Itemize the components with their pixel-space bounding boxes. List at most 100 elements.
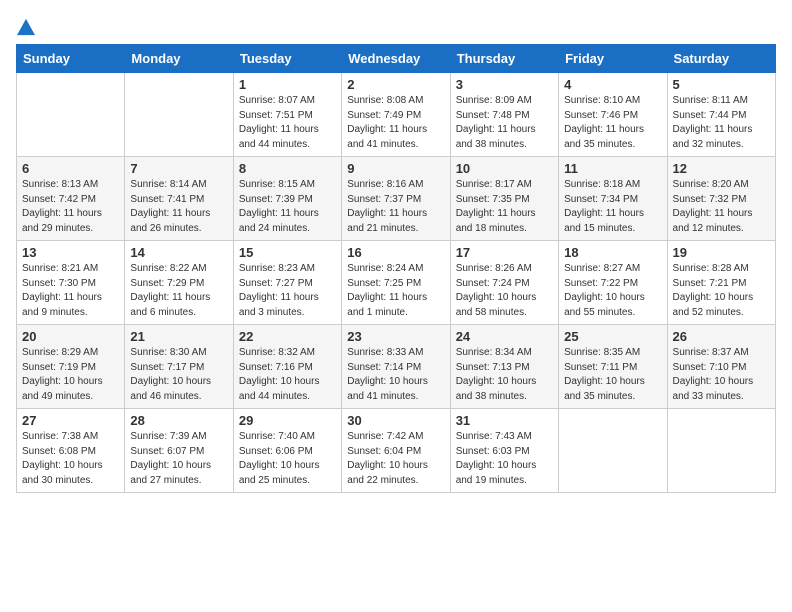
calendar-cell: 12 Sunrise: 8:20 AM Sunset: 7:32 PM Dayli… bbox=[667, 157, 775, 241]
calendar-cell: 22 Sunrise: 8:32 AM Sunset: 7:16 PM Dayli… bbox=[233, 325, 341, 409]
day-header-monday: Monday bbox=[125, 45, 233, 73]
day-number: 1 bbox=[239, 77, 336, 92]
calendar-cell: 3 Sunrise: 8:09 AM Sunset: 7:48 PM Daylig… bbox=[450, 73, 558, 157]
calendar-week-4: 20 Sunrise: 8:29 AM Sunset: 7:19 PM Dayli… bbox=[17, 325, 776, 409]
calendar-cell: 6 Sunrise: 8:13 AM Sunset: 7:42 PM Daylig… bbox=[17, 157, 125, 241]
day-info: Sunrise: 8:10 AM Sunset: 7:46 PM Dayligh… bbox=[564, 94, 661, 152]
day-number: 9 bbox=[347, 161, 444, 176]
day-number: 21 bbox=[130, 329, 227, 344]
calendar-table: SundayMondayTuesdayWednesdayThursdayFrid… bbox=[16, 44, 776, 493]
day-number: 29 bbox=[239, 413, 336, 428]
day-number: 13 bbox=[22, 245, 119, 260]
day-number: 5 bbox=[673, 77, 770, 92]
calendar-cell: 20 Sunrise: 8:29 AM Sunset: 7:19 PM Dayli… bbox=[17, 325, 125, 409]
day-number: 22 bbox=[239, 329, 336, 344]
day-info: Sunrise: 8:29 AM Sunset: 7:19 PM Dayligh… bbox=[22, 346, 119, 404]
day-info: Sunrise: 7:38 AM Sunset: 6:08 PM Dayligh… bbox=[22, 430, 119, 488]
day-header-saturday: Saturday bbox=[667, 45, 775, 73]
day-header-tuesday: Tuesday bbox=[233, 45, 341, 73]
header bbox=[16, 16, 776, 36]
day-number: 20 bbox=[22, 329, 119, 344]
day-number: 15 bbox=[239, 245, 336, 260]
day-info: Sunrise: 8:24 AM Sunset: 7:25 PM Dayligh… bbox=[347, 262, 444, 320]
calendar-cell: 13 Sunrise: 8:21 AM Sunset: 7:30 PM Dayli… bbox=[17, 241, 125, 325]
day-header-thursday: Thursday bbox=[450, 45, 558, 73]
day-number: 17 bbox=[456, 245, 553, 260]
calendar-cell: 19Sunrise: 8:28 AM Sunset: 7:21 PM Dayli… bbox=[667, 241, 775, 325]
calendar-cell: 2Sunrise: 8:08 AM Sunset: 7:49 PM Daylig… bbox=[342, 73, 450, 157]
day-info: Sunrise: 8:35 AM Sunset: 7:11 PM Dayligh… bbox=[564, 346, 661, 404]
day-number: 19 bbox=[673, 245, 770, 260]
day-number: 31 bbox=[456, 413, 553, 428]
calendar-cell: 21 Sunrise: 8:30 AM Sunset: 7:17 PM Dayli… bbox=[125, 325, 233, 409]
calendar-week-3: 13 Sunrise: 8:21 AM Sunset: 7:30 PM Dayli… bbox=[17, 241, 776, 325]
day-number: 12 bbox=[673, 161, 770, 176]
calendar-cell: 28Sunrise: 7:39 AM Sunset: 6:07 PM Dayli… bbox=[125, 409, 233, 493]
day-info: Sunrise: 8:20 AM Sunset: 7:32 PM Dayligh… bbox=[673, 178, 770, 236]
calendar-cell: 25 Sunrise: 8:35 AM Sunset: 7:11 PM Dayli… bbox=[559, 325, 667, 409]
day-info: Sunrise: 8:08 AM Sunset: 7:49 PM Dayligh… bbox=[347, 94, 444, 152]
day-info: Sunrise: 8:18 AM Sunset: 7:34 PM Dayligh… bbox=[564, 178, 661, 236]
day-number: 27 bbox=[22, 413, 119, 428]
day-info: Sunrise: 8:26 AM Sunset: 7:24 PM Dayligh… bbox=[456, 262, 553, 320]
calendar-cell: 9 Sunrise: 8:16 AM Sunset: 7:37 PM Daylig… bbox=[342, 157, 450, 241]
day-info: Sunrise: 8:37 AM Sunset: 7:10 PM Dayligh… bbox=[673, 346, 770, 404]
calendar-cell: 27 Sunrise: 7:38 AM Sunset: 6:08 PM Dayli… bbox=[17, 409, 125, 493]
day-info: Sunrise: 8:21 AM Sunset: 7:30 PM Dayligh… bbox=[22, 262, 119, 320]
calendar-cell bbox=[17, 73, 125, 157]
day-info: Sunrise: 8:23 AM Sunset: 7:27 PM Dayligh… bbox=[239, 262, 336, 320]
day-number: 18 bbox=[564, 245, 661, 260]
day-header-friday: Friday bbox=[559, 45, 667, 73]
day-number: 23 bbox=[347, 329, 444, 344]
calendar-week-1: 1Sunrise: 8:07 AM Sunset: 7:51 PM Daylig… bbox=[17, 73, 776, 157]
calendar-cell: 18 Sunrise: 8:27 AM Sunset: 7:22 PM Dayli… bbox=[559, 241, 667, 325]
calendar-cell: 1Sunrise: 8:07 AM Sunset: 7:51 PM Daylig… bbox=[233, 73, 341, 157]
calendar-cell: 11 Sunrise: 8:18 AM Sunset: 7:34 PM Dayli… bbox=[559, 157, 667, 241]
day-info: Sunrise: 8:32 AM Sunset: 7:16 PM Dayligh… bbox=[239, 346, 336, 404]
day-number: 25 bbox=[564, 329, 661, 344]
day-info: Sunrise: 8:14 AM Sunset: 7:41 PM Dayligh… bbox=[130, 178, 227, 236]
day-info: Sunrise: 8:16 AM Sunset: 7:37 PM Dayligh… bbox=[347, 178, 444, 236]
calendar-cell: 8 Sunrise: 8:15 AM Sunset: 7:39 PM Daylig… bbox=[233, 157, 341, 241]
day-number: 16 bbox=[347, 245, 444, 260]
calendar-cell: 14 Sunrise: 8:22 AM Sunset: 7:29 PM Dayli… bbox=[125, 241, 233, 325]
calendar-week-5: 27 Sunrise: 7:38 AM Sunset: 6:08 PM Dayli… bbox=[17, 409, 776, 493]
calendar-cell bbox=[125, 73, 233, 157]
day-info: Sunrise: 8:30 AM Sunset: 7:17 PM Dayligh… bbox=[130, 346, 227, 404]
calendar-cell: 30 Sunrise: 7:42 AM Sunset: 6:04 PM Dayli… bbox=[342, 409, 450, 493]
calendar-cell: 17 Sunrise: 8:26 AM Sunset: 7:24 PM Dayli… bbox=[450, 241, 558, 325]
day-number: 6 bbox=[22, 161, 119, 176]
day-number: 14 bbox=[130, 245, 227, 260]
day-number: 30 bbox=[347, 413, 444, 428]
calendar-cell bbox=[559, 409, 667, 493]
calendar-cell: 4 Sunrise: 8:10 AM Sunset: 7:46 PM Daylig… bbox=[559, 73, 667, 157]
calendar-cell: 7Sunrise: 8:14 AM Sunset: 7:41 PM Daylig… bbox=[125, 157, 233, 241]
calendar-header-row: SundayMondayTuesdayWednesdayThursdayFrid… bbox=[17, 45, 776, 73]
calendar-cell: 16 Sunrise: 8:24 AM Sunset: 7:25 PM Dayli… bbox=[342, 241, 450, 325]
day-info: Sunrise: 7:42 AM Sunset: 6:04 PM Dayligh… bbox=[347, 430, 444, 488]
day-info: Sunrise: 7:43 AM Sunset: 6:03 PM Dayligh… bbox=[456, 430, 553, 488]
day-number: 8 bbox=[239, 161, 336, 176]
day-info: Sunrise: 8:33 AM Sunset: 7:14 PM Dayligh… bbox=[347, 346, 444, 404]
day-info: Sunrise: 8:09 AM Sunset: 7:48 PM Dayligh… bbox=[456, 94, 553, 152]
day-number: 4 bbox=[564, 77, 661, 92]
day-info: Sunrise: 8:11 AM Sunset: 7:44 PM Dayligh… bbox=[673, 94, 770, 152]
day-number: 3 bbox=[456, 77, 553, 92]
day-info: Sunrise: 7:39 AM Sunset: 6:07 PM Dayligh… bbox=[130, 430, 227, 488]
day-info: Sunrise: 8:34 AM Sunset: 7:13 PM Dayligh… bbox=[456, 346, 553, 404]
day-number: 26 bbox=[673, 329, 770, 344]
day-info: Sunrise: 8:15 AM Sunset: 7:39 PM Dayligh… bbox=[239, 178, 336, 236]
day-number: 24 bbox=[456, 329, 553, 344]
day-info: Sunrise: 8:13 AM Sunset: 7:42 PM Dayligh… bbox=[22, 178, 119, 236]
day-header-sunday: Sunday bbox=[17, 45, 125, 73]
calendar-cell bbox=[667, 409, 775, 493]
calendar-cell: 23 Sunrise: 8:33 AM Sunset: 7:14 PM Dayli… bbox=[342, 325, 450, 409]
logo-icon bbox=[17, 18, 35, 36]
day-info: Sunrise: 8:17 AM Sunset: 7:35 PM Dayligh… bbox=[456, 178, 553, 236]
calendar-cell: 29Sunrise: 7:40 AM Sunset: 6:06 PM Dayli… bbox=[233, 409, 341, 493]
day-number: 11 bbox=[564, 161, 661, 176]
day-info: Sunrise: 8:27 AM Sunset: 7:22 PM Dayligh… bbox=[564, 262, 661, 320]
day-info: Sunrise: 8:22 AM Sunset: 7:29 PM Dayligh… bbox=[130, 262, 227, 320]
day-number: 10 bbox=[456, 161, 553, 176]
day-header-wednesday: Wednesday bbox=[342, 45, 450, 73]
